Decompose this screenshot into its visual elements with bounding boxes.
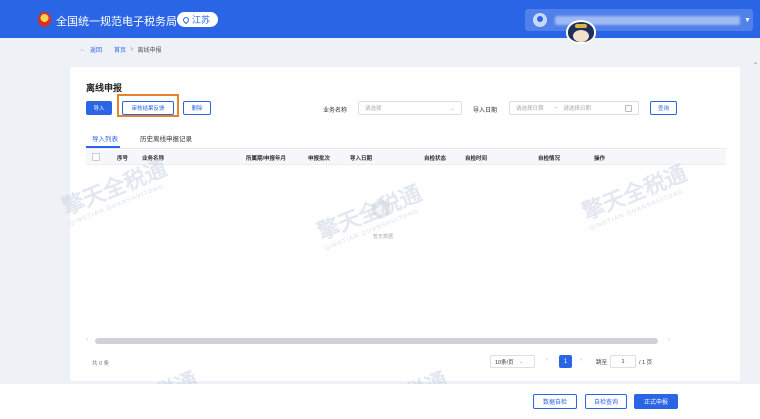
tax-emblem-icon bbox=[38, 12, 51, 27]
brand-title: 全国统一规范电子税务局 bbox=[56, 16, 177, 28]
delete-button[interactable]: 删除 bbox=[183, 101, 211, 115]
col-actions: 操作 bbox=[594, 156, 606, 162]
page-suffix: / 1 页 bbox=[639, 359, 653, 366]
highlight-box bbox=[117, 94, 179, 117]
import-date-range[interactable]: 请选择日期 - 请选择日期 bbox=[509, 101, 639, 115]
total-count: 共 0 条 bbox=[92, 361, 110, 367]
jump-label: 跳至 bbox=[596, 359, 608, 366]
col-check-time: 自检时间 bbox=[465, 156, 488, 162]
breadcrumb-separator: > bbox=[130, 46, 134, 53]
col-index: 序号 bbox=[117, 156, 129, 162]
business-name-label: 业务名称 bbox=[323, 108, 348, 114]
location-label: 江苏 bbox=[192, 15, 211, 25]
table-header: 序号 业务名称 所属期/申报年月 申报批次 导入日期 自检状态 自检时间 自检情… bbox=[86, 150, 726, 165]
next-page-icon[interactable]: › bbox=[580, 357, 582, 363]
tab-divider bbox=[86, 148, 726, 149]
home-link[interactable]: 首页 bbox=[114, 45, 126, 54]
page-size-value: 10条/页 bbox=[495, 359, 514, 366]
horizontal-scrollbar[interactable] bbox=[95, 338, 658, 344]
jump-page-input[interactable]: 1 bbox=[610, 355, 637, 368]
col-check-status: 自检状态 bbox=[424, 156, 447, 162]
import-button[interactable]: 导入 bbox=[86, 101, 112, 115]
calendar-icon bbox=[625, 105, 632, 112]
chevron-down-icon: ⌄ bbox=[449, 106, 455, 112]
top-bar: 全国统一规范电子税务局 江苏 ▼ bbox=[0, 0, 760, 44]
location-pin-icon bbox=[181, 15, 191, 24]
col-period: 所属期/申报年月 bbox=[246, 156, 287, 162]
col-check-result: 自检情况 bbox=[538, 156, 561, 162]
page-size-select[interactable]: 10条/页 ⌄ bbox=[490, 355, 535, 368]
col-import-date: 导入日期 bbox=[350, 156, 373, 162]
chevron-down-icon: ▼ bbox=[744, 16, 751, 24]
formal-submit-button[interactable]: 正式申报 bbox=[634, 394, 678, 409]
mascot-avatar[interactable] bbox=[566, 20, 596, 44]
page-title: 离线申报 bbox=[86, 83, 123, 93]
user-menu[interactable]: ▼ bbox=[525, 9, 753, 31]
back-arrow-icon[interactable]: ← bbox=[80, 47, 86, 53]
empty-data-icon bbox=[372, 199, 390, 219]
tab-import-list[interactable]: 导入列表 bbox=[92, 133, 118, 143]
business-name-select[interactable]: 请选择 ⌄ bbox=[358, 101, 462, 115]
query-button[interactable]: 查询 bbox=[650, 101, 677, 115]
col-business-name: 业务名称 bbox=[142, 156, 165, 162]
date-end-input[interactable]: 请选择日期 bbox=[563, 104, 591, 112]
location-selector[interactable]: 江苏 bbox=[177, 12, 219, 27]
tab-history-records[interactable]: 历史离线申报记录 bbox=[140, 133, 192, 143]
page-jump: 跳至 1 / 1 页 bbox=[596, 355, 652, 368]
business-name-placeholder: 请选择 bbox=[365, 106, 382, 112]
empty-text: 暂无数据 bbox=[373, 234, 394, 240]
data-self-check-button[interactable]: 数据自检 bbox=[533, 394, 577, 409]
back-link[interactable]: 返回 bbox=[90, 45, 102, 54]
import-date-label: 导入日期 bbox=[473, 108, 498, 114]
scroll-right-icon[interactable]: › bbox=[668, 337, 670, 343]
col-batch: 申报批次 bbox=[308, 156, 331, 162]
breadcrumb-current: 离线申报 bbox=[137, 48, 162, 54]
date-range-separator: - bbox=[555, 105, 558, 111]
prev-page-icon[interactable]: ‹ bbox=[546, 357, 548, 363]
date-start-input[interactable]: 请选择日期 bbox=[516, 104, 544, 112]
select-all-checkbox[interactable] bbox=[92, 153, 100, 161]
breadcrumb: ← 返回 首页 > 离线申报 bbox=[80, 45, 162, 55]
user-avatar-icon bbox=[533, 13, 547, 27]
scroll-left-icon[interactable]: ‹ bbox=[86, 337, 88, 343]
page-number-current[interactable]: 1 bbox=[559, 355, 572, 368]
vertical-scrollbar[interactable]: ⌃ bbox=[752, 60, 760, 390]
self-check-query-button[interactable]: 自检查询 bbox=[585, 394, 627, 409]
main-card: 离线申报 导入 审核结果反馈 删除 业务名称 请选择 ⌄ 导入日期 请选择日期 … bbox=[70, 67, 740, 381]
scroll-up-icon[interactable]: ⌃ bbox=[753, 62, 758, 69]
chevron-down-icon: ⌄ bbox=[518, 358, 524, 365]
